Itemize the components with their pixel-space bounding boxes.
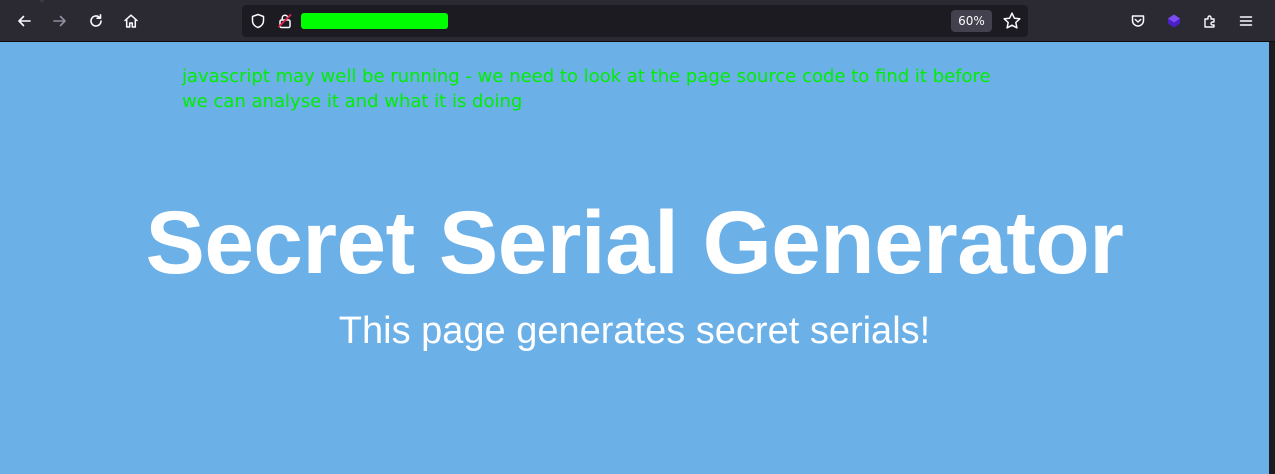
pocket-button[interactable]: [1126, 9, 1150, 33]
page-title: Secret Serial Generator: [145, 192, 1124, 292]
reload-button[interactable]: [84, 9, 108, 33]
forward-button[interactable]: [48, 9, 72, 33]
web-page: javascript may well be running - we need…: [0, 42, 1269, 474]
scrollbar-gutter[interactable]: [1269, 42, 1275, 474]
lock-warning-icon[interactable]: [277, 13, 293, 29]
extensions-menu-button[interactable]: [1198, 9, 1222, 33]
home-button[interactable]: [119, 9, 143, 33]
zoom-level-button[interactable]: 60%: [951, 10, 992, 32]
tab-strip-edge: [40, 0, 44, 2]
url-text-redacted[interactable]: [301, 13, 448, 29]
url-bar[interactable]: 60%: [242, 5, 1028, 37]
home-icon: [124, 14, 138, 28]
extension-purple-icon: [1168, 14, 1180, 28]
puzzle-icon: [1204, 15, 1215, 28]
star-icon[interactable]: [1002, 11, 1022, 31]
shield-icon[interactable]: [250, 13, 266, 29]
back-button[interactable]: [12, 9, 36, 33]
reload-icon: [90, 14, 102, 27]
app-menu-button[interactable]: [1234, 9, 1258, 33]
hamburger-menu-icon: [1239, 16, 1253, 26]
green-annotation-text: javascript may well be running - we need…: [182, 66, 991, 112]
browser-toolbar: 60%: [0, 0, 1275, 42]
arrow-left-icon: [18, 15, 31, 27]
extension-button[interactable]: [1162, 9, 1186, 33]
page-subtitle: This page generates secret serials!: [338, 310, 931, 352]
arrow-right-icon: [53, 15, 66, 27]
pocket-icon: [1131, 15, 1145, 27]
